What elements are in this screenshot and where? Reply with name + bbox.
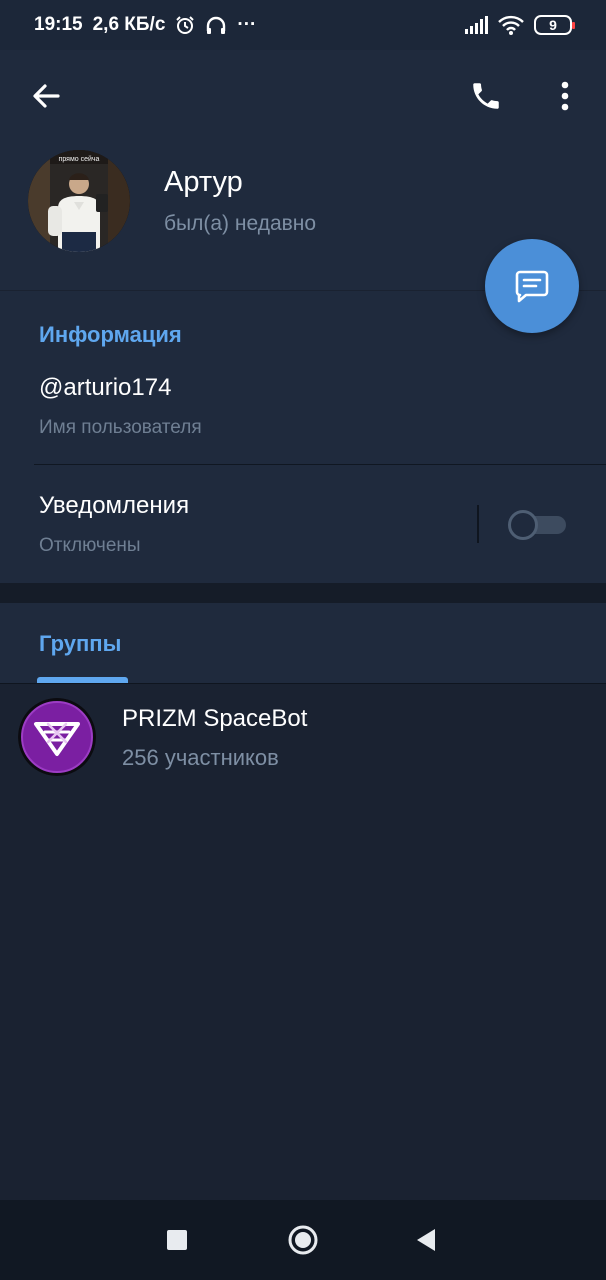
username-label: Имя пользователя [39, 417, 202, 438]
divider [34, 464, 606, 465]
message-button[interactable] [485, 239, 579, 333]
tab-divider [0, 683, 606, 684]
arrow-left-icon [33, 84, 60, 108]
system-nav-bar [0, 1200, 606, 1280]
avatar[interactable]: прямо сейча [28, 150, 130, 252]
battery-level: 9 [549, 17, 557, 33]
toggle-knob [508, 510, 538, 540]
headphones-icon [205, 15, 227, 35]
alarm-icon [175, 15, 195, 35]
message-icon [515, 270, 549, 303]
group-avatar [18, 698, 96, 776]
status-bar: 19:15 2,6 КБ/с ··· 9 [0, 0, 606, 50]
status-more: ··· [237, 14, 257, 35]
back-nav-button[interactable] [406, 1220, 446, 1260]
group-name: PRIZM SpaceBot [122, 705, 308, 732]
signal-icon [464, 16, 488, 34]
call-button[interactable] [464, 74, 508, 118]
circle-icon [288, 1225, 318, 1255]
avatar-caption: прямо сейча [59, 155, 100, 163]
info-title: Информация [39, 322, 182, 347]
notifications-state: Отключены [39, 535, 141, 556]
profile-status: был(а) недавно [164, 212, 317, 235]
section-gap [0, 583, 606, 603]
group-members: 256 участников [122, 745, 279, 770]
status-right: 9 [464, 15, 575, 35]
group-list-item[interactable]: PRIZM SpaceBot 256 участников [0, 689, 606, 789]
home-button[interactable] [283, 1220, 323, 1260]
more-vertical-icon [561, 81, 569, 111]
tab-groups[interactable]: Группы [39, 631, 121, 657]
status-speed: 2,6 КБ/с [92, 14, 166, 35]
phone-icon [473, 83, 499, 109]
back-button[interactable] [26, 76, 66, 116]
battery-icon: 9 [534, 15, 575, 35]
notifications-label: Уведомления [39, 492, 190, 519]
toggle-separator [477, 505, 479, 543]
notifications-toggle[interactable] [508, 510, 566, 540]
status-time: 19:15 [34, 14, 83, 35]
square-icon [167, 1230, 187, 1250]
username-value: @arturio174 [39, 374, 172, 401]
profile-name: Артур [164, 166, 243, 198]
groups-tab-bar: Группы [0, 603, 606, 684]
triangle-back-icon [417, 1229, 435, 1251]
profile-screen: 19:15 2,6 КБ/с ··· 9 прямо сейча Артур б… [0, 0, 606, 1280]
recents-button[interactable] [157, 1220, 197, 1260]
wifi-icon [498, 15, 524, 35]
groups-section: Группы PRIZM SpaceBot 256 участников [0, 603, 606, 1200]
status-left: 19:15 2,6 КБ/с ··· [34, 14, 256, 36]
more-button[interactable] [550, 74, 580, 118]
info-section: Информация @arturio174 Имя пользователя … [0, 291, 606, 583]
